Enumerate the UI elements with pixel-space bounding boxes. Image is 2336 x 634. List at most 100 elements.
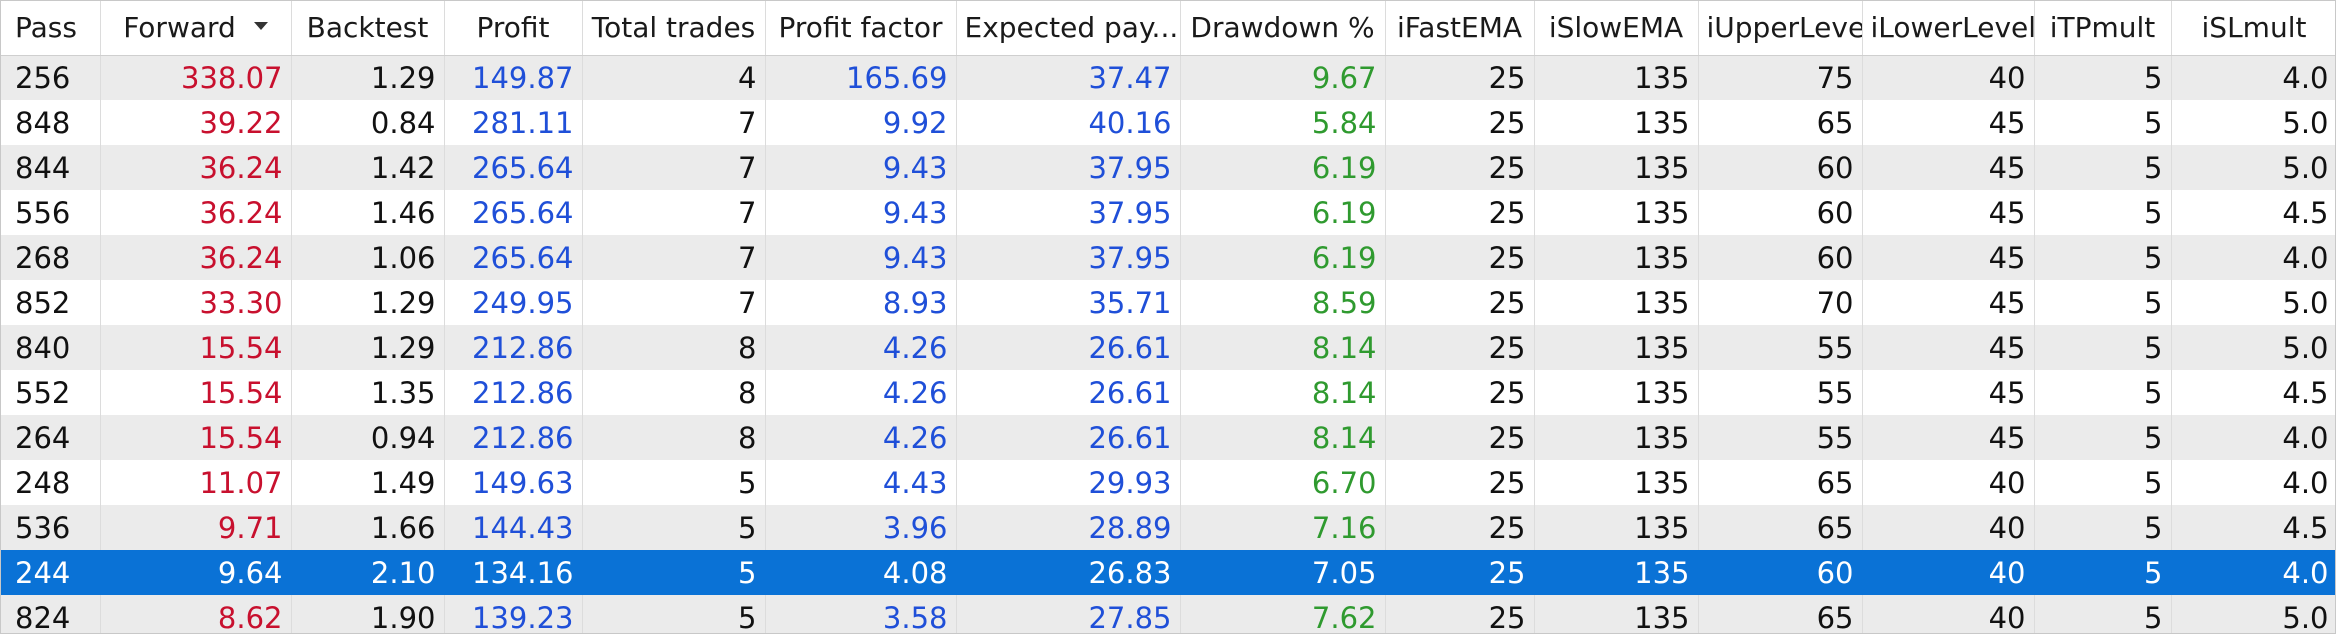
- col-header-label: iFastEMA: [1396, 11, 1523, 45]
- cell-ilowerlevel: 45: [1862, 145, 2035, 190]
- table-row[interactable]: 556 36.24 1.46 265.64 7 9.43 37.95 6.19 25 135 60 4…: [1, 190, 2335, 235]
- cell-drawdown: 7.05: [1180, 550, 1386, 595]
- table-row[interactable]: 244 9.64 2.10 134.16 5 4.08 26.83 7.05 25 135 60 40…: [1, 550, 2335, 595]
- cell-islmult: 4.0: [2171, 460, 2335, 505]
- cell-iupperlevel: 60: [1698, 235, 1863, 280]
- cell-ilowerlevel: 45: [1862, 370, 2035, 415]
- cell-profit-factor: 4.43: [765, 460, 957, 505]
- cell-drawdown: 9.67: [1180, 55, 1386, 100]
- col-header-label: Pass: [15, 11, 77, 45]
- cell-drawdown: 6.70: [1180, 460, 1386, 505]
- col-header-profit-factor[interactable]: Profit factor: [765, 1, 957, 56]
- cell-profit-factor: 9.43: [765, 235, 957, 280]
- cell-drawdown: 7.16: [1180, 505, 1386, 550]
- cell-drawdown: 8.14: [1180, 415, 1386, 460]
- cell-islmult: 5.0: [2171, 325, 2335, 370]
- col-header-expected-payoff[interactable]: Expected pay...: [956, 1, 1181, 56]
- cell-pass: 824: [1, 595, 101, 633]
- cell-backtest: 0.94: [291, 415, 445, 460]
- cell-ifastema: 25: [1385, 550, 1535, 595]
- cell-ifastema: 25: [1385, 145, 1535, 190]
- cell-iupperlevel: 65: [1698, 460, 1863, 505]
- cell-forward: 9.71: [100, 505, 292, 550]
- cell-drawdown: 6.19: [1180, 235, 1386, 280]
- cell-islowema: 135: [1534, 280, 1699, 325]
- table-row[interactable]: 264 15.54 0.94 212.86 8 4.26 26.61 8.14 25 135 55 4…: [1, 415, 2335, 460]
- table-row[interactable]: 552 15.54 1.35 212.86 8 4.26 26.61 8.14 25 135 55 4…: [1, 370, 2335, 415]
- cell-drawdown: 6.19: [1180, 145, 1386, 190]
- cell-ilowerlevel: 40: [1862, 460, 2035, 505]
- col-header-drawdown[interactable]: Drawdown %: [1180, 1, 1386, 56]
- cell-profit-factor: 4.08: [765, 550, 957, 595]
- cell-forward: 33.30: [100, 280, 292, 325]
- table-row[interactable]: 256 338.07 1.29 149.87 4 165.69 37.47 9.67 25 135…: [1, 55, 2335, 100]
- cell-islowema: 135: [1534, 55, 1699, 100]
- cell-total-trades: 5: [582, 505, 766, 550]
- col-header-islmult[interactable]: iSLmult: [2171, 1, 2335, 56]
- cell-itpmult: 5: [2034, 325, 2172, 370]
- cell-total-trades: 5: [582, 460, 766, 505]
- table-row[interactable]: 268 36.24 1.06 265.64 7 9.43 37.95 6.19 25 135 60 4…: [1, 235, 2335, 280]
- cell-profit-factor: 165.69: [765, 55, 957, 100]
- cell-profit-factor: 3.96: [765, 505, 957, 550]
- col-header-itpmult[interactable]: iTPmult: [2034, 1, 2172, 56]
- cell-itpmult: 5: [2034, 550, 2172, 595]
- cell-islowema: 135: [1534, 325, 1699, 370]
- cell-expected-payoff: 35.71: [956, 280, 1181, 325]
- cell-islowema: 135: [1534, 505, 1699, 550]
- table-row[interactable]: 536 9.71 1.66 144.43 5 3.96 28.89 7.16 25 135 65 40…: [1, 505, 2335, 550]
- col-header-label: Forward: [123, 11, 236, 45]
- col-header-label: iUpperLevel: [1706, 11, 1862, 45]
- table-row[interactable]: 848 39.22 0.84 281.11 7 9.92 40.16 5.84 25 135 65 4…: [1, 100, 2335, 145]
- cell-islmult: 5.0: [2171, 595, 2335, 633]
- cell-pass: 536: [1, 505, 101, 550]
- col-header-profit[interactable]: Profit: [444, 1, 583, 56]
- cell-expected-payoff: 40.16: [956, 100, 1181, 145]
- cell-iupperlevel: 70: [1698, 280, 1863, 325]
- cell-iupperlevel: 55: [1698, 415, 1863, 460]
- cell-profit-factor: 9.43: [765, 190, 957, 235]
- col-header-pass[interactable]: Pass: [1, 1, 101, 56]
- cell-profit: 265.64: [444, 235, 583, 280]
- cell-pass: 264: [1, 415, 101, 460]
- col-header-iupperlevel[interactable]: iUpperLevel: [1698, 1, 1863, 56]
- cell-itpmult: 5: [2034, 370, 2172, 415]
- cell-iupperlevel: 65: [1698, 505, 1863, 550]
- cell-profit-factor: 8.93: [765, 280, 957, 325]
- cell-total-trades: 7: [582, 280, 766, 325]
- cell-drawdown: 8.59: [1180, 280, 1386, 325]
- col-header-islowema[interactable]: iSlowEMA: [1534, 1, 1699, 56]
- header-row: Pass Forward Backtest Profit Total trade…: [1, 1, 2335, 56]
- table-row[interactable]: 840 15.54 1.29 212.86 8 4.26 26.61 8.14 25 135 55 4…: [1, 325, 2335, 370]
- cell-profit: 249.95: [444, 280, 583, 325]
- col-header-ifastema[interactable]: iFastEMA: [1385, 1, 1535, 56]
- cell-ifastema: 25: [1385, 280, 1535, 325]
- cell-total-trades: 7: [582, 145, 766, 190]
- cell-backtest: 1.29: [291, 55, 445, 100]
- cell-expected-payoff: 37.95: [956, 235, 1181, 280]
- col-header-total-trades[interactable]: Total trades: [582, 1, 766, 56]
- cell-islmult: 4.5: [2171, 370, 2335, 415]
- cell-ifastema: 25: [1385, 595, 1535, 633]
- cell-backtest: 2.10: [291, 550, 445, 595]
- col-header-ilowerlevel[interactable]: iLowerLevel: [1862, 1, 2035, 56]
- cell-profit-factor: 3.58: [765, 595, 957, 633]
- table-row[interactable]: 844 36.24 1.42 265.64 7 9.43 37.95 6.19 25 135 60 4…: [1, 145, 2335, 190]
- table-row[interactable]: 824 8.62 1.90 139.23 5 3.58 27.85 7.62 25 135 65 40…: [1, 595, 2335, 633]
- cell-total-trades: 7: [582, 190, 766, 235]
- col-header-backtest[interactable]: Backtest: [291, 1, 445, 56]
- cell-islowema: 135: [1534, 235, 1699, 280]
- optimization-results-table: Pass Forward Backtest Profit Total trade…: [0, 0, 2336, 634]
- table-row[interactable]: 852 33.30 1.29 249.95 7 8.93 35.71 8.59 25 135 70 4…: [1, 280, 2335, 325]
- cell-islmult: 4.5: [2171, 190, 2335, 235]
- cell-forward: 36.24: [100, 145, 292, 190]
- cell-itpmult: 5: [2034, 505, 2172, 550]
- cell-pass: 840: [1, 325, 101, 370]
- cell-ilowerlevel: 45: [1862, 325, 2035, 370]
- cell-islowema: 135: [1534, 415, 1699, 460]
- cell-drawdown: 6.19: [1180, 190, 1386, 235]
- cell-iupperlevel: 60: [1698, 190, 1863, 235]
- table-row[interactable]: 248 11.07 1.49 149.63 5 4.43 29.93 6.70 25 135 65 4…: [1, 460, 2335, 505]
- cell-pass: 256: [1, 55, 101, 100]
- col-header-forward[interactable]: Forward: [100, 1, 292, 56]
